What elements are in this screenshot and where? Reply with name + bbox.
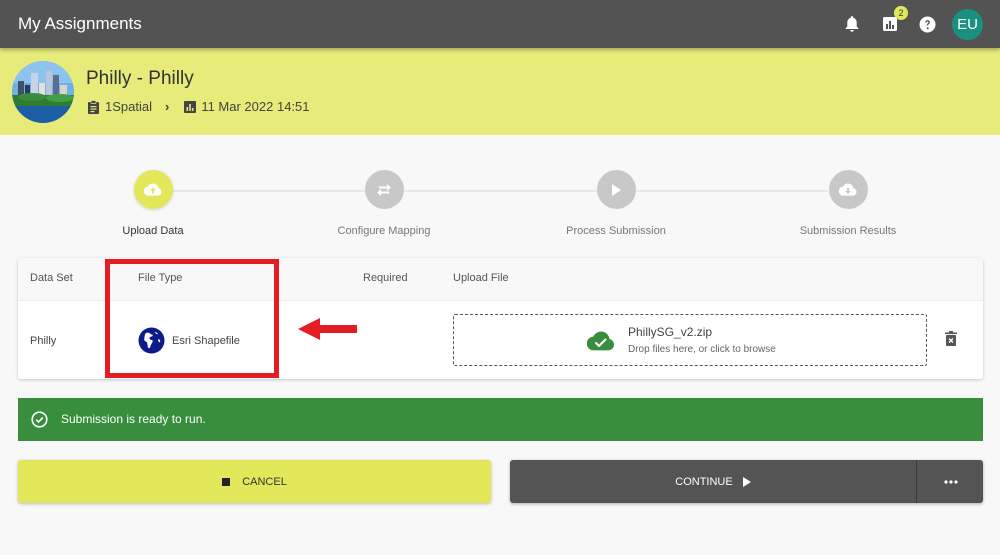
dropzone-hint: Drop files here, or click to browse <box>628 344 776 355</box>
help-button[interactable] <box>915 12 939 36</box>
data-set-cell: Philly <box>30 335 57 347</box>
bell-icon <box>845 16 859 32</box>
trash-icon <box>945 331 957 346</box>
cancel-label: CANCEL <box>242 475 287 488</box>
status-alert: Submission is ready to run. <box>18 398 983 441</box>
annotation-arrow-icon <box>298 318 357 340</box>
organization-link[interactable]: 1Spatial <box>105 99 152 114</box>
play-icon <box>612 183 621 196</box>
progress-stepper: Upload Data Configure Mapping Process Su… <box>0 170 1000 245</box>
column-header-required: Required <box>363 272 408 284</box>
annotation-highlight-box <box>105 259 279 378</box>
uploaded-file-name: PhillySG_v2.zip <box>628 325 713 339</box>
user-avatar[interactable]: EU <box>952 9 983 40</box>
cloud-upload-icon <box>144 183 162 196</box>
continue-label: CONTINUE <box>675 475 733 488</box>
notifications-button[interactable] <box>840 12 864 36</box>
step-upload-data[interactable]: Upload Data <box>73 170 233 237</box>
step-label: Submission Results <box>799 225 897 237</box>
more-options-button[interactable] <box>918 460 983 503</box>
app-title: My Assignments <box>18 14 142 33</box>
continue-button[interactable]: CONTINUE <box>510 460 917 503</box>
assignment-title: Philly - Philly <box>86 68 194 89</box>
step-label: Process Submission <box>566 225 666 237</box>
play-icon <box>742 476 751 487</box>
cloud-check-icon <box>587 331 614 351</box>
stepper-connector <box>173 190 828 192</box>
reports-badge: 2 <box>894 6 908 20</box>
assignment-image <box>12 61 74 123</box>
check-circle-icon <box>31 411 48 428</box>
step-label: Configure Mapping <box>337 225 431 237</box>
step-submission-results[interactable]: Submission Results <box>768 170 928 237</box>
column-header-data-set: Data Set <box>30 272 73 284</box>
continue-button-group: CONTINUE <box>510 460 983 503</box>
assignment-header: Philly - Philly 1Spatial › 11 Mar 2022 1… <box>0 48 1000 135</box>
more-horizontal-icon <box>943 479 958 484</box>
step-process-submission[interactable]: Process Submission <box>536 170 696 237</box>
stop-icon <box>222 477 231 486</box>
step-label: Upload Data <box>122 225 184 237</box>
delete-file-button[interactable] <box>945 331 959 347</box>
column-header-upload-file: Upload File <box>453 272 509 284</box>
assignment-date: 11 Mar 2022 14:51 <box>201 99 310 114</box>
help-icon <box>919 16 935 32</box>
file-dropzone[interactable]: PhillySG_v2.zip Drop files here, or clic… <box>453 314 927 366</box>
chevron-right-icon: › <box>164 99 170 114</box>
swap-icon <box>377 183 391 196</box>
step-configure-mapping[interactable]: Configure Mapping <box>304 170 464 237</box>
chart-icon <box>184 100 197 113</box>
status-message: Submission is ready to run. <box>61 412 206 426</box>
clipboard-icon <box>88 99 99 114</box>
assignment-breadcrumb: 1Spatial › 11 Mar 2022 14:51 <box>87 99 310 114</box>
cloud-download-icon <box>839 183 857 196</box>
cancel-button[interactable]: CANCEL <box>18 460 491 503</box>
app-bar: My Assignments 2 EU <box>0 0 1000 48</box>
